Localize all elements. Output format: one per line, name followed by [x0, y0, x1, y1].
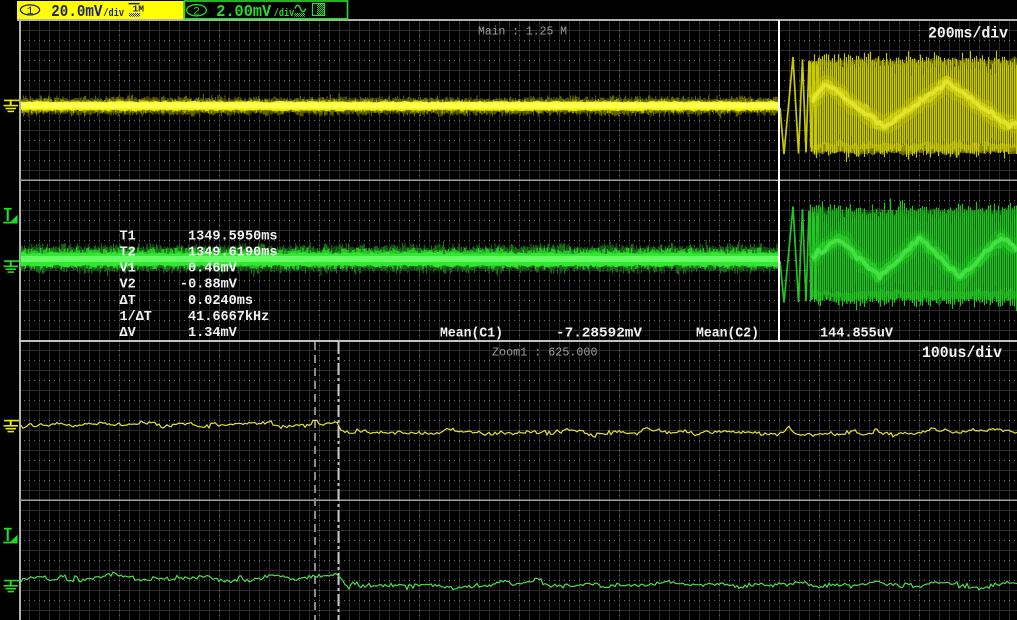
svg-text:Mean(C2): Mean(C2) [696, 326, 759, 341]
svg-text:/div: /div [103, 8, 124, 20]
svg-text:1M: 1M [133, 3, 145, 14]
svg-text:1.34mV: 1.34mV [188, 326, 238, 341]
svg-text:-7.28592mV: -7.28592mV [556, 326, 643, 341]
svg-text:2: 2 [193, 6, 200, 18]
svg-text:100us/div: 100us/div [922, 344, 1002, 362]
svg-text:Main : 1.25 M: Main : 1.25 M [478, 25, 567, 38]
svg-text:144.855uV: 144.855uV [820, 326, 894, 341]
svg-text:T1: T1 [120, 229, 136, 244]
svg-text:/div: /div [274, 8, 295, 20]
svg-text:0.0240ms: 0.0240ms [188, 294, 253, 309]
svg-text:20.0mV: 20.0mV [51, 2, 102, 21]
svg-text:ΔV: ΔV [120, 326, 137, 341]
svg-text:ΔT: ΔT [120, 294, 136, 309]
svg-text:1: 1 [27, 6, 34, 18]
svg-text:0.46mV: 0.46mV [188, 262, 238, 277]
svg-text:Mean(C1): Mean(C1) [440, 326, 503, 341]
svg-text:1349.6190ms: 1349.6190ms [188, 245, 278, 260]
svg-text:1349.5950ms: 1349.5950ms [188, 229, 278, 244]
svg-text:T2: T2 [120, 245, 136, 260]
svg-text:V1: V1 [120, 262, 136, 277]
svg-text:200ms/div: 200ms/div [928, 24, 1008, 42]
svg-text:41.6667kHz: 41.6667kHz [188, 310, 269, 325]
svg-text:-0.88mV: -0.88mV [180, 278, 238, 293]
svg-text:1/ΔT: 1/ΔT [120, 310, 152, 325]
svg-text:V2: V2 [120, 278, 136, 293]
svg-text:2.00mV: 2.00mV [216, 2, 271, 21]
svg-text:Zoom1 : 625.000: Zoom1 : 625.000 [492, 347, 598, 360]
